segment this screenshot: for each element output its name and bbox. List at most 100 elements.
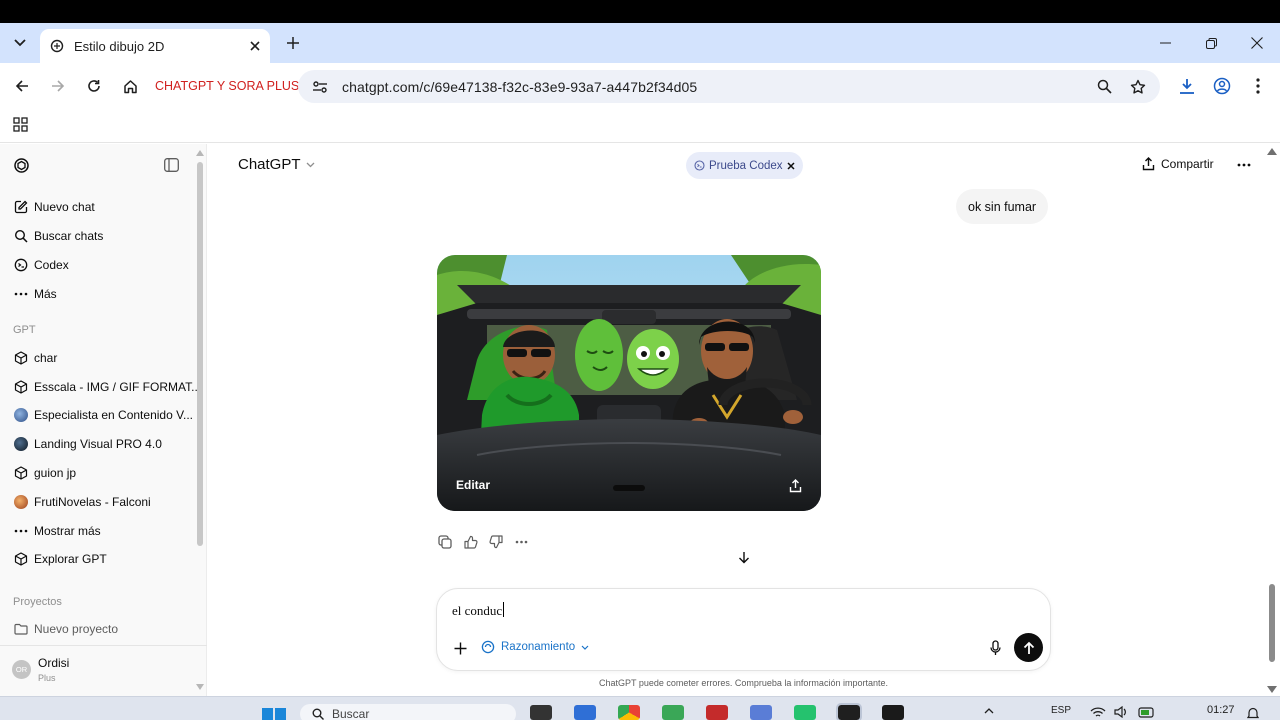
cube-icon: [13, 465, 29, 481]
sidebar-item-more[interactable]: Más: [13, 286, 57, 302]
prompt-text: el conduc: [452, 603, 503, 618]
sidebar-item-label: Nuevo proyecto: [34, 622, 119, 636]
image-share-button[interactable]: [786, 477, 804, 495]
edit-image-button[interactable]: Editar: [456, 478, 490, 492]
more-icon: [13, 286, 29, 302]
user-avatar[interactable]: OR: [12, 660, 31, 679]
tab-title: Estilo dibujo 2D: [74, 38, 165, 54]
attach-button[interactable]: [451, 639, 469, 657]
model-picker[interactable]: ChatGPT: [238, 156, 315, 173]
taskbar-app-chrome[interactable]: [618, 705, 640, 720]
conversation-options-icon[interactable]: [1237, 163, 1251, 167]
language-indicator[interactable]: ESP: [1051, 705, 1071, 716]
back-button[interactable]: [10, 74, 34, 98]
battery-icon[interactable]: [1138, 706, 1156, 718]
text-caret: [503, 602, 505, 617]
more-actions-button[interactable]: [512, 533, 530, 551]
address-bar[interactable]: chatgpt.com/c/69e47138-f32c-83e9-93a7-a4…: [298, 70, 1160, 103]
thumbs-up-button[interactable]: [462, 533, 480, 551]
taskbar-search[interactable]: Buscar: [300, 704, 516, 720]
taskbar-app-terminal[interactable]: [530, 705, 552, 720]
copy-button[interactable]: [436, 533, 454, 551]
scroll-up-arrow-icon: [196, 150, 204, 156]
volume-icon[interactable]: [1114, 706, 1128, 718]
close-window-button[interactable]: [1234, 28, 1280, 58]
bookmark-star-icon[interactable]: [1130, 79, 1146, 95]
generated-image[interactable]: [437, 255, 821, 511]
sidebar-show-more[interactable]: Mostrar más: [13, 523, 101, 539]
sidebar-item-label: Buscar chats: [34, 229, 104, 243]
sidebar-item-label: Esscala - IMG / GIF FORMAT...: [34, 380, 202, 394]
close-icon[interactable]: [787, 161, 795, 170]
openai-logo-icon[interactable]: [13, 157, 30, 174]
taskbar-app-green[interactable]: [794, 705, 816, 720]
chatgpt-favicon-icon: [50, 39, 64, 53]
sidebar-new-project[interactable]: Nuevo proyecto: [13, 621, 118, 637]
main-scroll-down-icon[interactable]: [1267, 686, 1277, 693]
send-button[interactable]: [1014, 633, 1043, 662]
sidebar-explore-gpts[interactable]: Explorar GPT: [13, 551, 107, 567]
apps-button[interactable]: [12, 116, 28, 132]
main-scroll-up-icon[interactable]: [1267, 148, 1277, 155]
user-name[interactable]: Ordisi: [38, 656, 69, 670]
kebab-menu-icon: [1256, 78, 1260, 94]
tab-search-button[interactable]: [8, 31, 32, 55]
restore-button[interactable]: [1188, 28, 1234, 58]
sidebar-item-label: Especialista en Contenido V...: [34, 408, 193, 422]
sidebar-gpt-guion[interactable]: guion jp: [13, 465, 76, 481]
taskbar-app-chatgpt-active[interactable]: [836, 703, 862, 720]
zoom-icon[interactable]: [1097, 79, 1112, 94]
sidebar-item-label: guion jp: [34, 466, 77, 480]
forward-button[interactable]: [46, 74, 70, 98]
scroll-to-bottom-button[interactable]: [733, 546, 755, 568]
sidebar-gpt-especialista[interactable]: Especialista en Contenido V...: [13, 407, 193, 423]
profile-button[interactable]: [1210, 74, 1234, 98]
start-button[interactable]: [262, 706, 286, 720]
taskbar-app-store[interactable]: [574, 705, 596, 720]
share-button[interactable]: Compartir: [1142, 157, 1214, 171]
notification-icon[interactable]: [1247, 707, 1259, 720]
reasoning-mode-button[interactable]: Razonamiento: [481, 640, 589, 654]
sidebar-toggle-icon[interactable]: [164, 158, 179, 172]
url-text: chatgpt.com/c/69e47138-f32c-83e9-93a7-a4…: [342, 78, 698, 95]
wifi-icon[interactable]: [1090, 706, 1106, 718]
reasoning-label: Razonamiento: [501, 641, 576, 653]
cube-icon: [13, 379, 29, 395]
taskbar-app-chatgpt[interactable]: [882, 705, 904, 720]
tab-close-icon[interactable]: [250, 41, 260, 51]
sidebar-item-search-chats[interactable]: Buscar chats: [13, 228, 103, 244]
taskbar-app-capcut[interactable]: [706, 705, 728, 720]
sidebar-item-codex[interactable]: Codex: [13, 257, 69, 273]
prompt-input[interactable]: el conduc: [452, 602, 505, 619]
site-info-icon[interactable]: [312, 80, 328, 94]
share-label: Compartir: [1161, 157, 1214, 171]
taskbar-app-chrome-alt[interactable]: [750, 705, 772, 720]
copy-icon: [438, 535, 452, 549]
thumbs-down-button[interactable]: [487, 533, 505, 551]
new-tab-button[interactable]: [282, 32, 304, 54]
arrow-down-icon: [739, 551, 749, 563]
codex-trial-pill[interactable]: Prueba Codex: [686, 152, 803, 179]
sidebar-gpt-frutinovelas[interactable]: FrutiNovelas - Falconi: [13, 494, 151, 510]
codex-icon: [13, 257, 29, 273]
cube-icon: [13, 551, 29, 567]
sidebar-gpt-landing[interactable]: Landing Visual PRO 4.0: [13, 436, 162, 452]
main-scroll-thumb[interactable]: [1269, 584, 1275, 662]
tab-active[interactable]: Estilo dibujo 2D: [40, 29, 270, 63]
home-button[interactable]: [118, 74, 142, 98]
minimize-button[interactable]: [1142, 28, 1188, 58]
bookmark-chatgpt-sora[interactable]: CHATGPT Y SORA PLUS: [155, 79, 299, 93]
reload-button[interactable]: [82, 74, 106, 98]
sidebar-scroll-thumb[interactable]: [197, 162, 203, 546]
downloads-button[interactable]: [1175, 74, 1199, 98]
dictate-button[interactable]: [987, 639, 1003, 657]
sidebar-gpt-char[interactable]: char: [13, 350, 57, 366]
browser-menu-button[interactable]: [1246, 74, 1270, 98]
clock[interactable]: 01:27: [1207, 704, 1235, 716]
tray-overflow-icon[interactable]: [984, 708, 994, 714]
taskbar-app-chrome-profile[interactable]: [662, 705, 684, 720]
sidebar-item-new-chat[interactable]: Nuevo chat: [13, 199, 95, 215]
sidebar-gpt-esscala[interactable]: Esscala - IMG / GIF FORMAT...: [13, 379, 201, 395]
composer[interactable]: [436, 588, 1051, 671]
search-icon: [312, 708, 324, 720]
